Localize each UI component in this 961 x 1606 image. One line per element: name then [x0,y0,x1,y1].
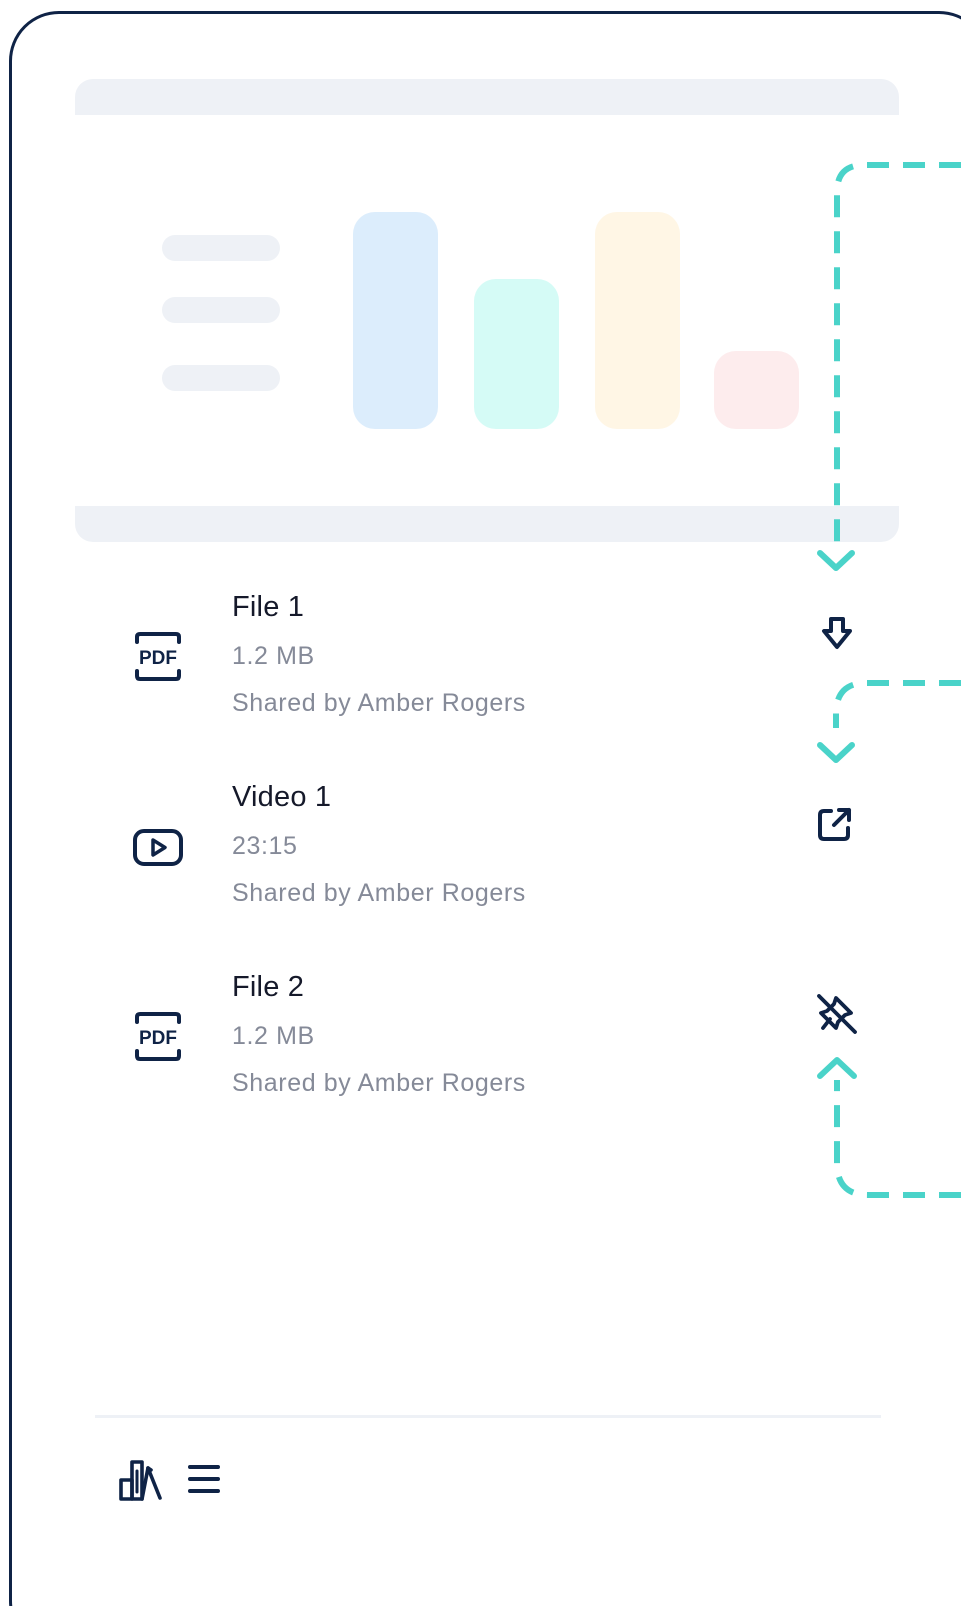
video-play-icon [133,829,183,866]
pdf-icon: PDF [135,632,181,681]
file-size: 1.2 MB [232,642,315,670]
screen: PDF File 1 1.2 MB Shared by Amber Rogers… [0,0,961,1606]
preview-bar [595,212,680,429]
file-shared-by: Shared by Amber Rogers [232,1069,526,1097]
svg-text:PDF: PDF [139,1028,177,1049]
preview-footer-skeleton [75,506,899,542]
unpin-icon[interactable] [814,991,860,1037]
legend-line-skeleton [162,297,280,323]
pdf-icon: PDF [135,1012,181,1061]
menu-icon[interactable] [186,1462,222,1496]
svg-text:PDF: PDF [139,648,177,669]
preview-bar [714,351,799,429]
file-list-item[interactable]: PDF File 1 1.2 MB Shared by Amber Rogers [0,585,961,735]
external-link-icon[interactable] [815,804,855,844]
divider [95,1415,881,1418]
preview-bar [353,212,438,429]
legend-line-skeleton [162,235,280,261]
file-list-item[interactable]: PDF File 2 1.2 MB Shared by Amber Rogers [0,965,961,1115]
preview-header-skeleton [75,79,899,115]
legend-line-skeleton [162,365,280,391]
file-name: File 1 [232,591,305,623]
download-icon[interactable] [817,614,857,654]
library-icon[interactable] [118,1458,164,1502]
video-duration: 23:15 [232,832,298,860]
file-name: File 2 [232,971,305,1003]
file-shared-by: Shared by Amber Rogers [232,689,526,717]
preview-bar [474,279,559,429]
file-size: 1.2 MB [232,1022,315,1050]
file-list-item[interactable]: Video 1 23:15 Shared by Amber Rogers [0,775,961,925]
file-name: Video 1 [232,781,332,813]
file-shared-by: Shared by Amber Rogers [232,879,526,907]
